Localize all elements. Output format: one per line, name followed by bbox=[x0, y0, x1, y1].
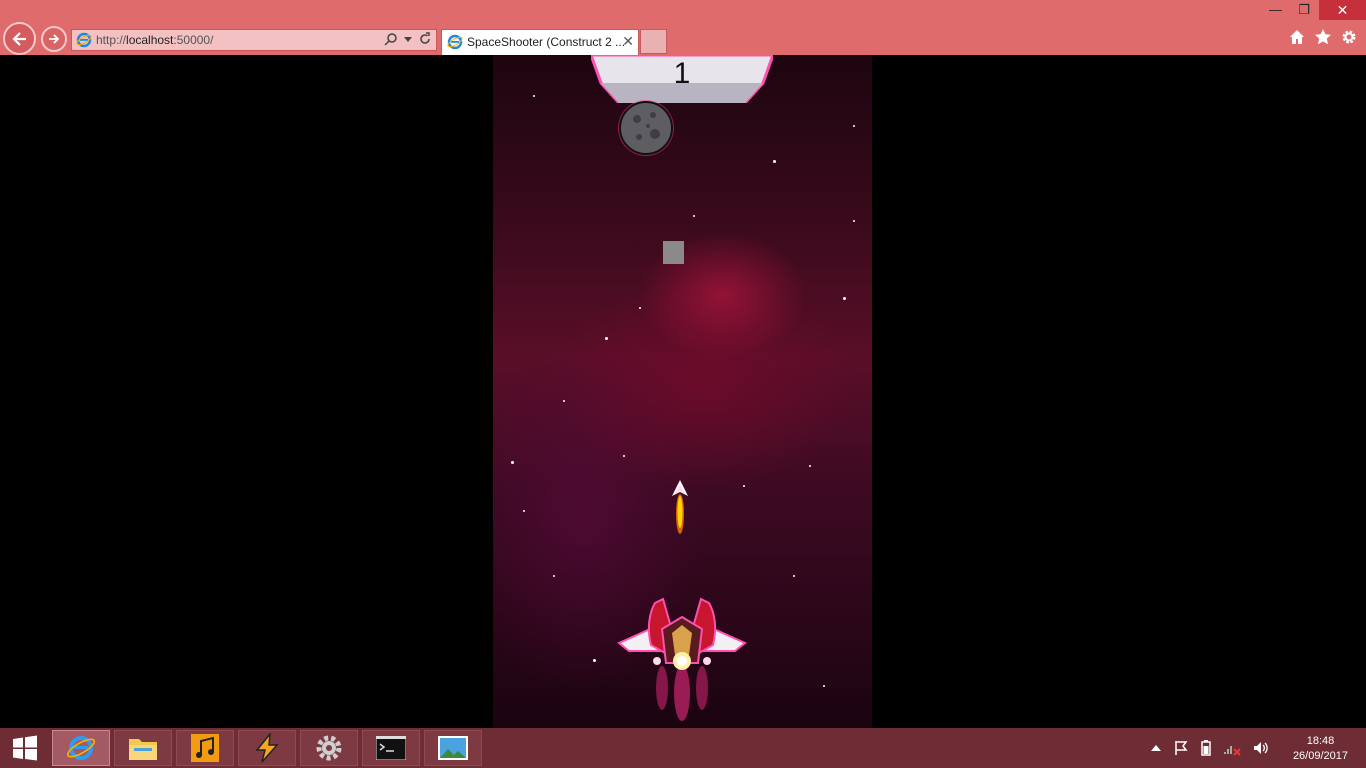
system-tray: 18:48 26/09/2017 bbox=[1146, 728, 1366, 768]
back-button[interactable] bbox=[3, 22, 36, 55]
star bbox=[693, 215, 695, 217]
star bbox=[593, 659, 596, 662]
taskbar-music-app[interactable] bbox=[176, 730, 234, 766]
clock[interactable]: 18:48 26/09/2017 bbox=[1293, 734, 1348, 764]
taskbar-command-prompt[interactable] bbox=[362, 730, 420, 766]
url-host: localhost bbox=[126, 33, 174, 47]
chevron-down-icon[interactable] bbox=[404, 35, 412, 43]
taskbar: 18:48 26/09/2017 bbox=[0, 728, 1366, 768]
star bbox=[823, 685, 825, 687]
taskbar-winamp[interactable] bbox=[238, 730, 296, 766]
star bbox=[511, 461, 514, 464]
game-canvas[interactable]: 1 bbox=[493, 55, 872, 728]
address-bar[interactable]: http://localhost:50000/ bbox=[71, 29, 437, 51]
star bbox=[605, 337, 608, 340]
start-button[interactable] bbox=[0, 728, 50, 768]
star bbox=[639, 307, 641, 309]
show-hidden-icons-icon[interactable] bbox=[1151, 744, 1161, 752]
arrow-left-icon bbox=[11, 31, 26, 46]
url-port: :50000/ bbox=[173, 33, 214, 47]
refresh-icon[interactable] bbox=[418, 32, 432, 46]
star bbox=[743, 485, 745, 487]
tab-spaceshooter[interactable]: SpaceShooter (Construct 2 ... ✕ bbox=[441, 29, 639, 55]
star bbox=[853, 125, 855, 127]
clock-date: 26/09/2017 bbox=[1292, 750, 1348, 762]
network-disconnected-icon[interactable] bbox=[1223, 740, 1241, 756]
star bbox=[623, 455, 625, 457]
score-value: 1 bbox=[673, 57, 691, 90]
battery-icon[interactable] bbox=[1201, 740, 1211, 756]
internet-explorer-icon bbox=[447, 34, 463, 50]
close-window-button[interactable]: ✕ bbox=[1319, 0, 1366, 20]
tab-close-button[interactable]: ✕ bbox=[622, 33, 634, 50]
restore-button[interactable]: ❐ bbox=[1298, 2, 1310, 18]
new-tab-button[interactable] bbox=[640, 29, 667, 54]
taskbar-internet-explorer[interactable] bbox=[52, 730, 110, 766]
volume-icon[interactable] bbox=[1253, 740, 1269, 756]
windows-logo-icon bbox=[13, 735, 37, 761]
star bbox=[773, 160, 776, 163]
star bbox=[809, 465, 811, 467]
arrow-right-icon bbox=[49, 34, 60, 44]
score-panel: 1 bbox=[591, 55, 773, 103]
star bbox=[523, 510, 525, 512]
home-icon[interactable] bbox=[1288, 28, 1306, 46]
taskbar-file-explorer[interactable] bbox=[114, 730, 172, 766]
image-icon bbox=[438, 736, 468, 760]
star bbox=[843, 297, 846, 300]
star bbox=[533, 95, 535, 97]
internet-explorer-icon bbox=[76, 32, 92, 48]
laser-bullet bbox=[672, 480, 688, 534]
star bbox=[563, 400, 565, 402]
asteroid bbox=[618, 100, 674, 156]
browser-viewport: 1 bbox=[0, 55, 1366, 728]
player-spaceship[interactable] bbox=[617, 573, 747, 723]
minimize-button[interactable]: — bbox=[1269, 2, 1282, 17]
tab-title: SpaceShooter (Construct 2 ... bbox=[467, 35, 626, 49]
forward-button[interactable] bbox=[41, 26, 67, 52]
internet-explorer-icon bbox=[66, 736, 96, 760]
clock-time: 18:48 bbox=[1306, 735, 1335, 747]
terminal-icon bbox=[376, 736, 406, 760]
lightning-icon bbox=[255, 733, 279, 763]
grey-block bbox=[663, 241, 684, 264]
folder-icon bbox=[129, 739, 157, 760]
taskbar-photo-viewer[interactable] bbox=[424, 730, 482, 766]
taskbar-settings[interactable] bbox=[300, 730, 358, 766]
action-center-flag-icon[interactable] bbox=[1173, 740, 1189, 756]
star bbox=[553, 575, 555, 577]
music-note-icon bbox=[191, 734, 219, 762]
browser-chrome: — ❐ ✕ http://localhost:50000/ SpaceShoot… bbox=[0, 0, 1366, 55]
cog-icon bbox=[316, 735, 342, 761]
url-text: http://localhost:50000/ bbox=[96, 33, 213, 47]
star bbox=[793, 575, 795, 577]
url-scheme: http:// bbox=[96, 33, 127, 47]
star bbox=[853, 220, 855, 222]
favorites-star-icon[interactable] bbox=[1314, 28, 1332, 46]
search-icon[interactable] bbox=[384, 32, 398, 46]
gear-icon[interactable] bbox=[1340, 28, 1358, 46]
